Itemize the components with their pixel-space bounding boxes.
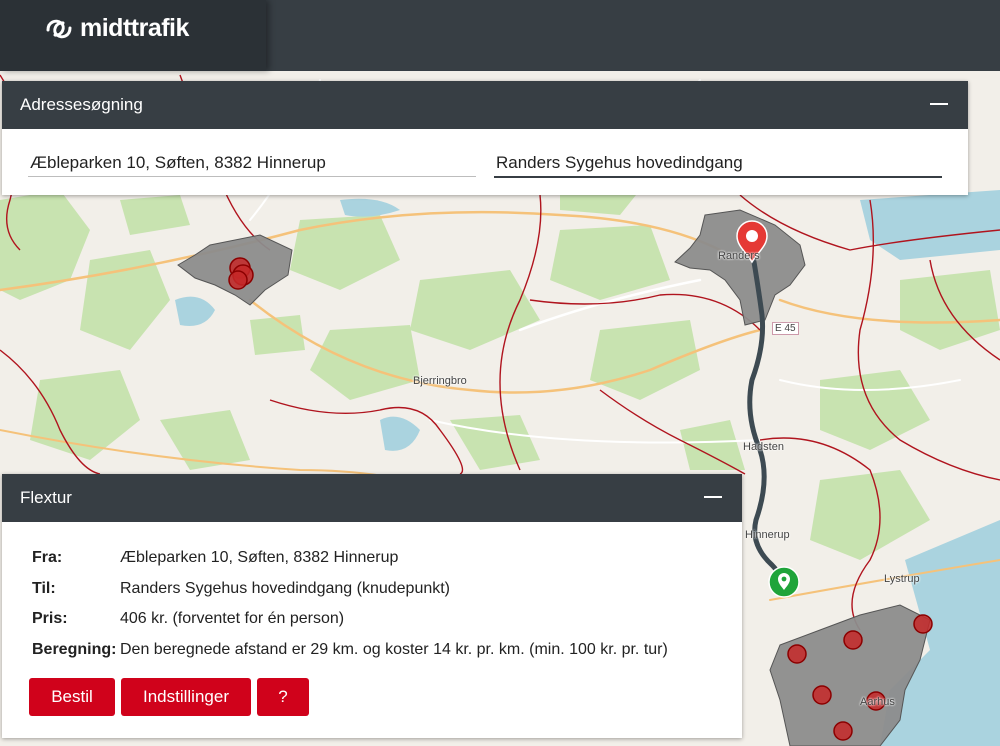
address-panel-header: Adressesøgning bbox=[2, 81, 968, 129]
stop-marker bbox=[812, 685, 832, 705]
from-address-input[interactable] bbox=[28, 150, 476, 177]
map-label-e45: E 45 bbox=[772, 322, 799, 335]
info-row-price: Pris: 406 kr. (forventet for én person) bbox=[32, 610, 668, 641]
info-label: Til: bbox=[32, 579, 56, 597]
to-address-input[interactable] bbox=[494, 150, 942, 178]
top-bar: midttrafik bbox=[0, 0, 1000, 71]
info-label: Beregning: bbox=[32, 640, 117, 658]
address-panel-title: Adressesøgning bbox=[20, 95, 143, 114]
info-label: Fra: bbox=[32, 549, 63, 566]
trip-info: Fra: Æbleparken 10, Søften, 8382 Hinneru… bbox=[32, 549, 668, 671]
info-value: Randers Sygehus hovedindgang (knudepunkt… bbox=[120, 579, 451, 597]
map-label-randers: Randers bbox=[718, 250, 760, 262]
info-row-calculation: Beregning: Den beregnede afstand er 29 k… bbox=[32, 641, 668, 672]
info-label: Pris: bbox=[32, 610, 68, 627]
flextur-panel-title: Flextur bbox=[20, 488, 72, 507]
flextur-panel: Flextur Fra: Æbleparken 10, Søften, 8382… bbox=[2, 474, 742, 738]
order-button[interactable]: Bestil bbox=[29, 678, 115, 716]
logo-area: midttrafik bbox=[0, 0, 266, 71]
stop-marker bbox=[833, 721, 853, 741]
midttrafik-logo-icon bbox=[46, 19, 72, 38]
map-label-bjerringbro: Bjerringbro bbox=[413, 375, 467, 387]
midttrafik-logo[interactable]: midttrafik bbox=[44, 14, 189, 43]
help-button[interactable]: ? bbox=[257, 678, 309, 716]
map-label-lystrup: Lystrup bbox=[884, 573, 920, 585]
logo-text: midttrafik bbox=[80, 14, 189, 42]
map-label-hinnerup: Hinnerup bbox=[745, 529, 790, 541]
collapse-icon[interactable] bbox=[926, 91, 952, 117]
address-search-panel: Adressesøgning bbox=[2, 81, 968, 195]
settings-button[interactable]: Indstillinger bbox=[121, 678, 251, 716]
info-value: 406 kr. (forventet for én person) bbox=[120, 610, 345, 627]
collapse-icon[interactable] bbox=[700, 484, 726, 510]
stop-marker bbox=[787, 644, 807, 664]
stop-marker bbox=[913, 614, 933, 634]
flextur-panel-header: Flextur bbox=[2, 474, 742, 522]
info-value: Æbleparken 10, Søften, 8382 Hinnerup bbox=[120, 549, 399, 566]
map-label-aarhus: Aarhus bbox=[860, 696, 895, 708]
stop-marker bbox=[843, 630, 863, 650]
origin-pin-icon[interactable] bbox=[768, 566, 800, 598]
info-value: Den beregnede afstand er 29 km. og koste… bbox=[120, 640, 668, 658]
action-buttons: Bestil Indstillinger ? bbox=[29, 678, 309, 716]
map-label-hadsten: Hadsten bbox=[743, 441, 784, 453]
info-row-to: Til: Randers Sygehus hovedindgang (knude… bbox=[32, 580, 668, 611]
info-row-from: Fra: Æbleparken 10, Søften, 8382 Hinneru… bbox=[32, 549, 668, 580]
stop-marker bbox=[228, 270, 248, 290]
